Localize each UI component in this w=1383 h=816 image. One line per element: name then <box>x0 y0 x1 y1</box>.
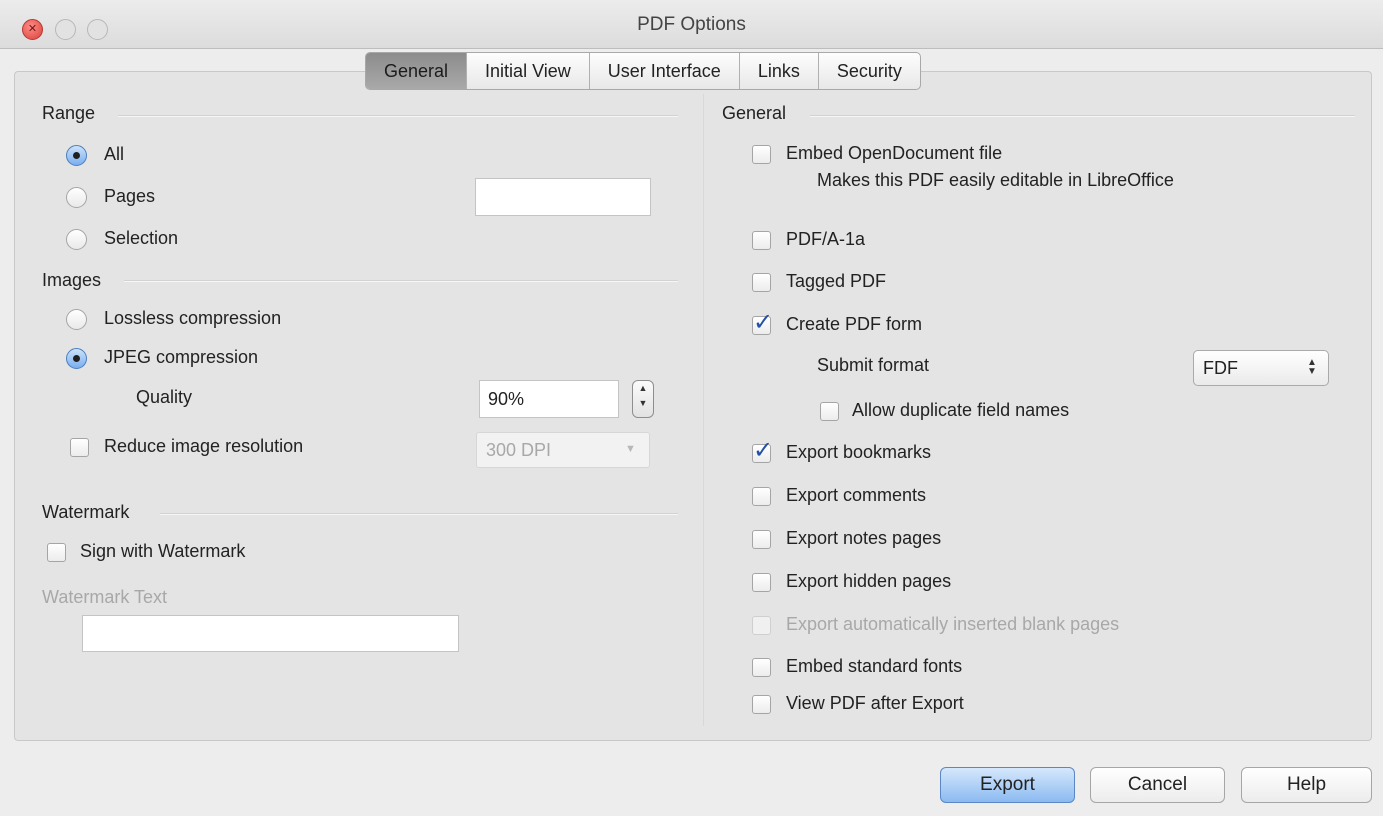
images-divider <box>124 280 678 282</box>
column-separator <box>703 94 704 726</box>
reduce-resolution-label: Reduce image resolution <box>104 436 304 456</box>
export-hidden-label: Export hidden pages <box>786 571 952 591</box>
lossless-compression-radio[interactable] <box>66 309 87 330</box>
title-bar: ✕ PDF Options <box>0 0 1383 49</box>
sign-watermark-label: Sign with Watermark <box>80 541 246 561</box>
quality-input[interactable] <box>479 380 619 418</box>
general-section-title: General <box>722 103 787 123</box>
sign-watermark-checkbox[interactable] <box>47 543 66 562</box>
pdfa-label: PDF/A-1a <box>786 229 866 249</box>
watermark-section-title: Watermark <box>42 502 130 522</box>
export-notes-label: Export notes pages <box>786 528 942 548</box>
embed-fonts-checkbox[interactable] <box>752 658 771 677</box>
stepper-up-icon: ▲ <box>638 383 648 393</box>
create-pdf-form-label: Create PDF form <box>786 314 923 334</box>
tab-user-interface[interactable]: User Interface <box>590 53 740 89</box>
quality-label: Quality <box>136 387 193 407</box>
general-divider <box>810 115 1355 117</box>
watermark-text-input[interactable] <box>82 615 459 652</box>
view-after-export-checkbox[interactable] <box>752 695 771 714</box>
pdfa-checkbox[interactable] <box>752 231 771 250</box>
tab-general[interactable]: General <box>366 53 468 89</box>
export-comments-label: Export comments <box>786 485 927 505</box>
images-section-title: Images <box>42 270 102 290</box>
watermark-divider <box>160 513 678 515</box>
view-after-export-label: View PDF after Export <box>786 693 964 713</box>
export-button[interactable]: Export <box>940 767 1075 803</box>
jpeg-compression-radio[interactable] <box>66 348 87 369</box>
export-notes-checkbox[interactable] <box>752 530 771 549</box>
range-all-radio[interactable] <box>66 145 87 166</box>
range-all-label: All <box>104 144 125 164</box>
window-title: PDF Options <box>637 14 746 35</box>
submit-format-label: Submit format <box>817 355 930 375</box>
range-pages-label: Pages <box>104 186 156 206</box>
export-hidden-checkbox[interactable] <box>752 573 771 592</box>
submit-format-select[interactable]: FDF ▲ ▼ <box>1193 350 1329 386</box>
chevron-down-icon: ▼ <box>625 443 636 455</box>
jpeg-compression-label: JPEG compression <box>104 347 259 367</box>
range-pages-radio[interactable] <box>66 187 87 208</box>
checkmark-icon: ✓ <box>753 437 774 464</box>
range-selection-label: Selection <box>104 228 179 248</box>
tagged-pdf-checkbox[interactable] <box>752 273 771 292</box>
range-divider <box>118 115 678 117</box>
embed-odf-description: Makes this PDF easily editable in LibreO… <box>817 170 1174 190</box>
tab-links[interactable]: Links <box>740 53 819 89</box>
tab-security[interactable]: Security <box>819 53 920 89</box>
embed-fonts-label: Embed standard fonts <box>786 656 963 676</box>
watermark-text-label: Watermark Text <box>42 587 168 607</box>
allow-duplicate-label: Allow duplicate field names <box>852 400 1070 420</box>
range-section-title: Range <box>42 103 96 123</box>
lossless-compression-label: Lossless compression <box>104 308 282 328</box>
pages-input[interactable] <box>475 178 651 216</box>
export-blank-pages-checkbox[interactable] <box>752 616 771 635</box>
stepper-down-icon: ▼ <box>638 398 648 408</box>
export-comments-checkbox[interactable] <box>752 487 771 506</box>
submit-format-value: FDF <box>1203 358 1238 378</box>
create-pdf-form-checkbox[interactable]: ✓ <box>752 311 773 335</box>
export-bookmarks-label: Export bookmarks <box>786 442 932 462</box>
resolution-value: 300 DPI <box>486 440 552 460</box>
up-down-arrows-icon: ▲ ▼ <box>1307 357 1317 377</box>
pdf-options-dialog: ✕ PDF Options General Initial View User … <box>0 0 1383 816</box>
quality-stepper[interactable]: ▲ ▼ <box>632 380 654 418</box>
tagged-pdf-label: Tagged PDF <box>786 271 887 291</box>
embed-odf-label: Embed OpenDocument file <box>786 143 1003 163</box>
tab-initial-view[interactable]: Initial View <box>467 53 590 89</box>
embed-odf-checkbox[interactable] <box>752 145 771 164</box>
export-blank-pages-label: Export automatically inserted blank page… <box>786 614 1120 634</box>
radio-selected-dot <box>73 152 80 159</box>
cancel-button[interactable]: Cancel <box>1090 767 1225 803</box>
export-bookmarks-checkbox[interactable]: ✓ <box>752 439 773 463</box>
range-selection-radio[interactable] <box>66 229 87 250</box>
help-button[interactable]: Help <box>1241 767 1372 803</box>
radio-selected-dot <box>73 355 80 362</box>
tab-bar: General Initial View User Interface Link… <box>365 52 921 90</box>
allow-duplicate-checkbox[interactable] <box>820 402 839 421</box>
reduce-resolution-checkbox[interactable] <box>70 438 89 457</box>
resolution-select[interactable]: 300 DPI ▼ <box>476 432 650 468</box>
checkmark-icon: ✓ <box>753 309 774 336</box>
